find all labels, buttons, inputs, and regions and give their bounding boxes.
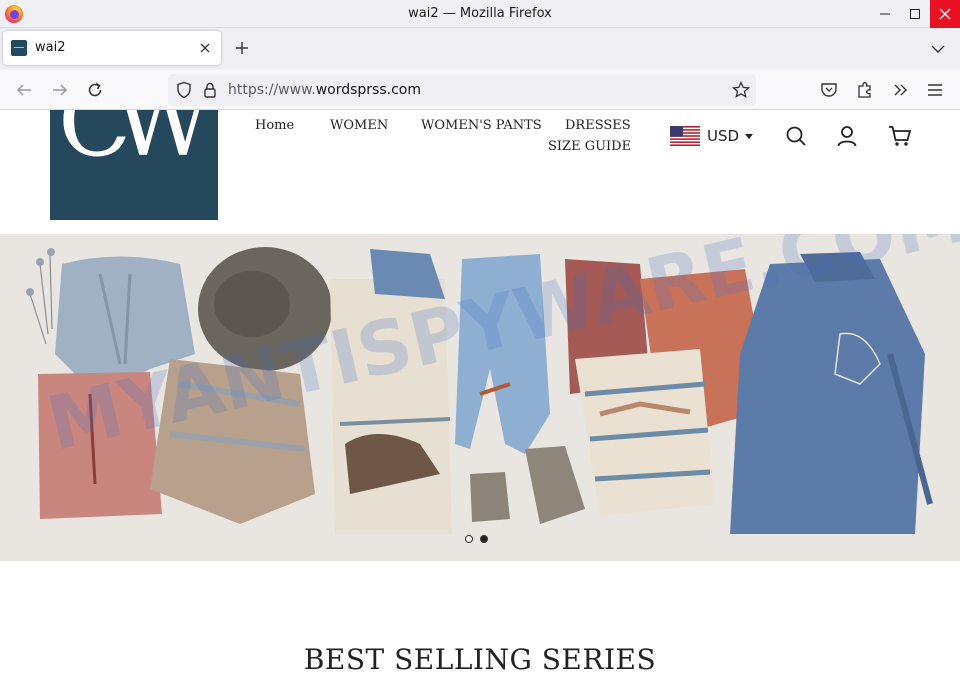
new-tab-button[interactable] [232, 38, 252, 58]
search-button[interactable] [784, 124, 808, 148]
tab-wai2[interactable]: wai2 [3, 31, 221, 65]
carousel-dot-1[interactable] [465, 535, 473, 543]
double-chevron-right-icon [894, 84, 907, 96]
puzzle-piece-icon [858, 82, 871, 98]
search-icon [786, 126, 806, 146]
nav-womens-pants[interactable]: WOMEN'S PANTS [421, 118, 542, 133]
logo-monogram: CW [58, 110, 212, 178]
back-button[interactable] [12, 78, 36, 102]
app-menu-button[interactable] [923, 78, 947, 102]
close-icon [939, 8, 951, 20]
minimize-icon [880, 13, 890, 15]
url-text[interactable]: https://www.wordsprss.com [228, 82, 421, 98]
bookmark-star-icon[interactable] [732, 81, 750, 99]
forward-arrow-icon [53, 84, 68, 96]
nav-home[interactable]: Home [255, 118, 294, 133]
list-all-tabs-button[interactable] [928, 39, 948, 59]
maximize-icon [910, 9, 920, 19]
pocket-icon [821, 83, 837, 97]
account-button[interactable] [835, 124, 859, 148]
site-favicon-icon [11, 40, 27, 56]
maximize-button[interactable] [900, 0, 930, 28]
lock-icon[interactable] [203, 81, 217, 99]
us-flag-icon [670, 126, 700, 146]
nav-dresses[interactable]: DRESSES [565, 118, 631, 133]
caret-down-icon [745, 133, 754, 139]
section-title: BEST SELLING SERIES [303, 643, 657, 676]
close-window-button[interactable] [930, 0, 960, 28]
minimize-button[interactable] [870, 0, 900, 28]
reload-icon [88, 82, 102, 97]
hamburger-menu-icon [928, 84, 942, 96]
tab-title: wai2 [35, 40, 66, 55]
navigation-toolbar: https://www.wordsprss.com [0, 70, 960, 110]
window-title: wai2 — Mozilla Firefox [408, 6, 552, 21]
back-arrow-icon [16, 84, 31, 96]
carousel-pagination [465, 535, 488, 543]
forward-button[interactable] [48, 78, 72, 102]
address-bar[interactable]: https://www.wordsprss.com [168, 74, 756, 106]
site-logo[interactable]: CW [50, 110, 218, 220]
cart-button[interactable] [888, 124, 912, 148]
plus-icon [236, 42, 248, 54]
pocket-button[interactable] [817, 78, 841, 102]
window-titlebar: wai2 — Mozilla Firefox [0, 0, 960, 28]
currency-selector[interactable]: USD [670, 125, 754, 147]
extensions-button[interactable] [853, 78, 877, 102]
tab-strip: wai2 [0, 28, 960, 70]
shopping-cart-icon [889, 126, 912, 146]
close-icon [200, 43, 210, 53]
user-icon [837, 126, 857, 147]
carousel-dot-2[interactable] [480, 535, 488, 543]
chevron-down-icon [931, 45, 945, 53]
more-tools-button[interactable] [888, 78, 912, 102]
nav-women[interactable]: WOMEN [330, 118, 388, 133]
currency-label: USD [707, 127, 740, 145]
nav-size-guide[interactable]: SIZE GUIDE [548, 139, 631, 154]
reload-button[interactable] [83, 78, 107, 102]
web-page: CW Home WOMEN WOMEN'S PANTS DRESSES SIZE… [0, 110, 960, 683]
tab-close-button[interactable] [197, 40, 213, 56]
tracking-protection-shield-icon[interactable] [176, 81, 192, 99]
hero-banner[interactable]: MYANTISPYWARE.COM [0, 234, 960, 561]
